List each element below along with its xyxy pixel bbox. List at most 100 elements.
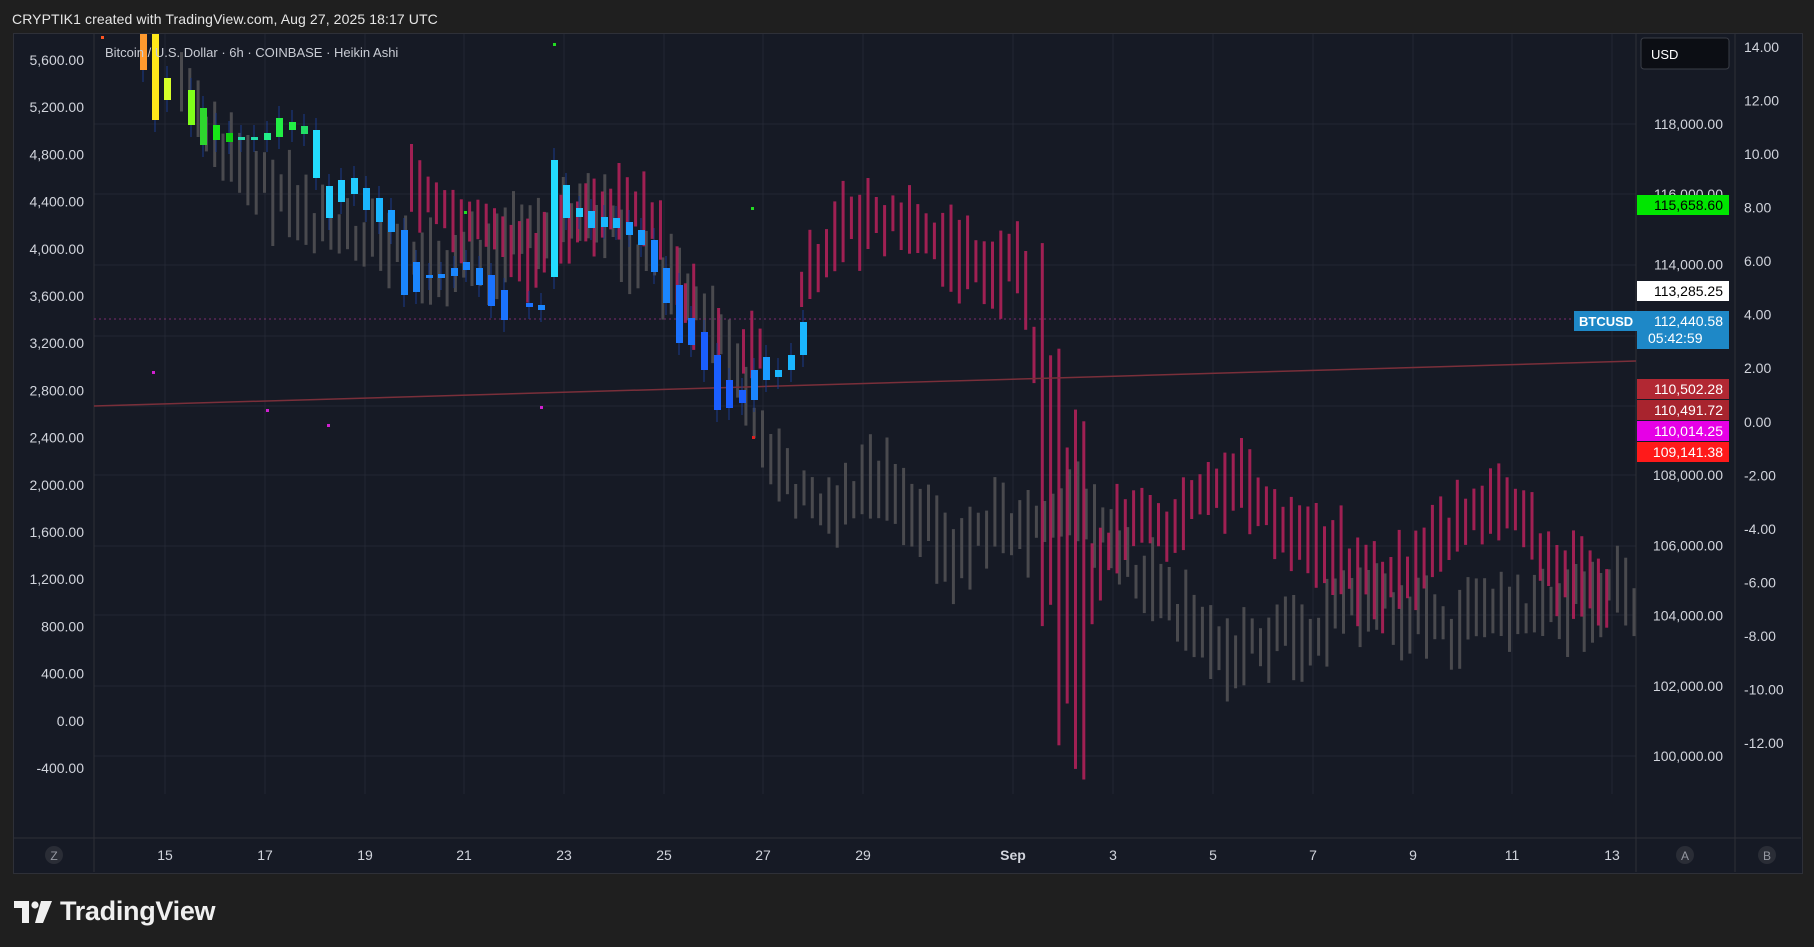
time-axis[interactable]: 15 17 19 21 23 25 27 29 Sep 3 5 7 9 11 13 <box>157 847 1620 863</box>
projection-bar <box>1165 511 1169 562</box>
ghost-bar <box>993 477 997 547</box>
auto-scale-button[interactable]: A <box>1681 849 1689 863</box>
currency-button[interactable]: USD <box>1640 37 1730 70</box>
signal-dot <box>327 424 330 427</box>
projection-bar <box>1140 487 1144 543</box>
ghost-bar <box>346 198 349 250</box>
zoom-reset-button[interactable]: Z <box>50 849 57 863</box>
projection-bar <box>1347 548 1351 589</box>
ghost-bar <box>885 437 889 521</box>
projection-bar <box>1015 221 1019 294</box>
left-axis-tick: 4,800.00 <box>30 146 85 162</box>
candle-body <box>739 390 746 403</box>
ghost-bar <box>1259 628 1262 667</box>
projection-bar <box>1082 421 1086 780</box>
candle-body <box>251 137 258 140</box>
candle-body <box>488 275 495 306</box>
price-axis-tick: 106,000.00 <box>1653 537 1723 553</box>
projection-bar <box>1356 537 1360 627</box>
projection-bar <box>1065 447 1069 704</box>
time-axis-label: 11 <box>1505 847 1520 863</box>
candle-body <box>264 133 271 140</box>
ghost-bar <box>1532 574 1536 633</box>
candle-body <box>401 230 408 295</box>
ghost-bar <box>1508 586 1511 652</box>
candle-body <box>788 355 795 370</box>
ghost-bar <box>769 434 773 485</box>
log-scale-button[interactable]: B <box>1763 849 1771 863</box>
chart-canvas[interactable]: 5,600.00 5,200.00 4,800.00 4,400.00 4,000.00… <box>0 0 1814 947</box>
ghost-bar <box>1026 490 1030 578</box>
oscillator-axis-tick: -2.00 <box>1744 467 1776 483</box>
ghost-bar <box>918 488 922 557</box>
projection-bar <box>1049 355 1053 605</box>
price-tag-value: 113,285.25 <box>1654 283 1723 299</box>
projection-bar <box>451 189 455 253</box>
ghost-bar <box>1408 596 1412 654</box>
oscillator-axis-tick: -10.00 <box>1744 681 1784 697</box>
projection-bar <box>991 241 994 309</box>
projection-bar <box>1439 496 1443 572</box>
oscillator-axis-tick: 14.00 <box>1744 39 1779 55</box>
projection-bar <box>899 202 903 250</box>
ghost-bar <box>1317 617 1321 656</box>
left-axis-tick: 4,400.00 <box>30 194 85 210</box>
candle-body <box>226 133 233 142</box>
signal-dot <box>540 406 543 409</box>
ghost-bar <box>1010 513 1013 556</box>
ghost-bar <box>1615 545 1619 613</box>
projection-bar <box>1289 496 1293 572</box>
ghost-bar <box>1632 588 1636 637</box>
ghost-bar <box>1192 594 1196 658</box>
projection-bar <box>1331 520 1335 595</box>
ghost-bar <box>1624 557 1628 626</box>
projection-bar <box>1306 506 1310 574</box>
ghost-bar <box>976 512 980 546</box>
projection-bar <box>584 183 588 242</box>
projection-bar <box>659 200 662 260</box>
ghost-bar <box>1516 574 1520 635</box>
candle-body <box>526 303 533 307</box>
ghost-bar <box>337 214 341 254</box>
projection-bar <box>1107 532 1111 571</box>
time-axis-label: 19 <box>357 847 373 863</box>
projection-bar <box>1281 506 1285 553</box>
time-axis-label: 17 <box>257 847 273 863</box>
projection-bar <box>1480 485 1484 545</box>
projection-bar <box>1422 527 1426 589</box>
ghost-bar <box>1151 537 1155 622</box>
time-axis-label: Sep <box>1000 847 1026 863</box>
right-oscillator-axis[interactable]: 14.00 12.00 10.00 8.00 6.00 4.00 2.00 0.00 -2.00… <box>1744 39 1784 751</box>
projection-bar <box>1007 233 1011 282</box>
time-axis-label: 21 <box>456 847 472 863</box>
projection-bar <box>1588 550 1592 609</box>
candle-body <box>388 210 395 232</box>
projection-bar <box>982 241 986 305</box>
candle-body <box>152 34 159 120</box>
projection-bar <box>1555 545 1559 617</box>
candle-body <box>451 268 458 276</box>
oscillator-axis-tick: -8.00 <box>1744 628 1776 644</box>
projection-bar <box>493 208 496 250</box>
ghost-bar <box>827 477 831 534</box>
projection-bar <box>949 204 953 292</box>
projection-bar <box>1206 462 1210 515</box>
left-oscillator-axis[interactable]: 5,600.00 5,200.00 4,800.00 4,400.00 4,000.00… <box>30 52 85 776</box>
brand-name: TradingView <box>60 896 216 926</box>
projection-bar <box>891 195 895 232</box>
pink-projection-bars <box>410 144 1609 780</box>
ghost-bar <box>1134 564 1138 599</box>
candle-body <box>438 274 445 278</box>
projection-bar <box>1530 492 1534 560</box>
ghost-bar <box>1300 604 1304 682</box>
projection-bar <box>966 215 970 290</box>
candle-body <box>663 268 670 303</box>
projection-bar <box>1024 251 1028 330</box>
projection-bar <box>443 190 447 229</box>
candle-body <box>463 262 470 270</box>
projection-bar <box>1098 527 1102 601</box>
projection-bar <box>459 199 463 264</box>
ghost-bar <box>810 477 814 519</box>
price-axis-tick: 100,000.00 <box>1653 748 1723 764</box>
candle-body <box>501 290 508 320</box>
